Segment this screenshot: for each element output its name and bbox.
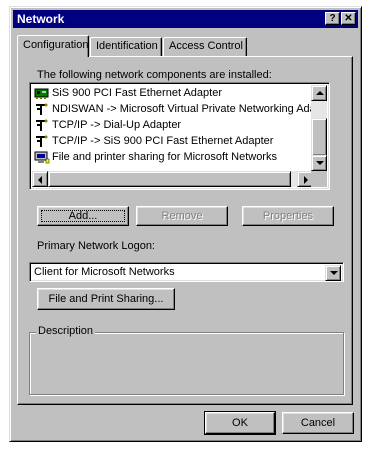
components-listbox[interactable]: SiS 900 PCI Fast Ethernet Adapter NDISWA… <box>29 82 330 190</box>
list-item[interactable]: TCP/IP -> SiS 900 PCI Fast Ethernet Adap… <box>34 133 314 149</box>
properties-button-label: Properties <box>262 210 314 222</box>
ok-button-label: OK <box>232 417 248 429</box>
scroll-up-button[interactable] <box>311 85 327 101</box>
file-print-sharing-label: File and Print Sharing... <box>48 293 164 305</box>
title-bar[interactable]: Network ? ✕ <box>13 10 358 28</box>
focus-rectangle <box>41 210 125 222</box>
vertical-scroll-thumb[interactable] <box>311 118 327 156</box>
list-item[interactable]: File and printer sharing for Microsoft N… <box>34 149 314 165</box>
cancel-button[interactable]: Cancel <box>282 412 354 434</box>
add-button[interactable]: Add... <box>37 206 129 226</box>
ok-button[interactable]: OK <box>204 411 276 435</box>
properties-button[interactable]: Properties <box>242 206 334 226</box>
protocol-icon <box>34 103 50 116</box>
description-label: Description <box>36 325 96 337</box>
window-title: Network <box>17 12 65 26</box>
list-item-label: TCP/IP -> SiS 900 PCI Fast Ethernet Adap… <box>52 135 274 147</box>
primary-logon-label: Primary Network Logon: <box>37 240 155 252</box>
file-print-sharing-button[interactable]: File and Print Sharing... <box>37 288 175 310</box>
list-item-label: TCP/IP -> Dial-Up Adapter <box>52 119 182 131</box>
vertical-scrollbar[interactable] <box>311 85 327 171</box>
horizontal-scrollbar[interactable] <box>32 171 313 187</box>
remove-button[interactable]: Remove <box>136 206 228 226</box>
primary-logon-select[interactable]: Client for Microsoft Networks <box>29 262 344 282</box>
arrow-right-icon <box>304 176 308 184</box>
primary-logon-value: Client for Microsoft Networks <box>34 266 175 278</box>
protocol-icon <box>34 135 50 148</box>
list-item[interactable]: NDISWAN -> Microsoft Virtual Private Net… <box>34 101 314 117</box>
arrow-left-icon <box>38 176 42 184</box>
list-item-label: File and printer sharing for Microsoft N… <box>52 151 277 163</box>
scrollbar-corner <box>311 171 327 187</box>
list-item-label: NDISWAN -> Microsoft Virtual Private Net… <box>52 103 314 115</box>
tab-access-control[interactable]: Access Control <box>163 37 247 56</box>
scroll-down-button[interactable] <box>311 155 327 171</box>
help-button[interactable]: ? <box>325 12 340 25</box>
chevron-down-icon <box>330 271 338 275</box>
network-dialog: Network ? ✕ Configuration Identification… <box>9 6 362 442</box>
protocol-icon <box>34 119 50 132</box>
horizontal-scroll-thumb[interactable] <box>48 171 291 187</box>
scroll-left-button[interactable] <box>32 171 48 187</box>
tab-identification[interactable]: Identification <box>90 37 162 56</box>
arrow-up-icon <box>316 91 324 95</box>
description-groupbox: Description <box>29 325 344 395</box>
network-adapter-icon <box>34 87 50 100</box>
list-item[interactable]: SiS 900 PCI Fast Ethernet Adapter <box>34 85 314 101</box>
list-item[interactable]: TCP/IP -> Dial-Up Adapter <box>34 117 314 133</box>
file-sharing-icon <box>34 151 50 164</box>
close-button[interactable]: ✕ <box>341 12 356 25</box>
cancel-button-label: Cancel <box>300 417 336 429</box>
components-label: The following network components are ins… <box>37 69 272 81</box>
dropdown-button[interactable] <box>325 265 341 281</box>
list-item-label: SiS 900 PCI Fast Ethernet Adapter <box>52 87 222 99</box>
arrow-down-icon <box>316 161 324 165</box>
remove-button-label: Remove <box>161 210 203 222</box>
tab-configuration[interactable]: Configuration <box>17 35 89 57</box>
